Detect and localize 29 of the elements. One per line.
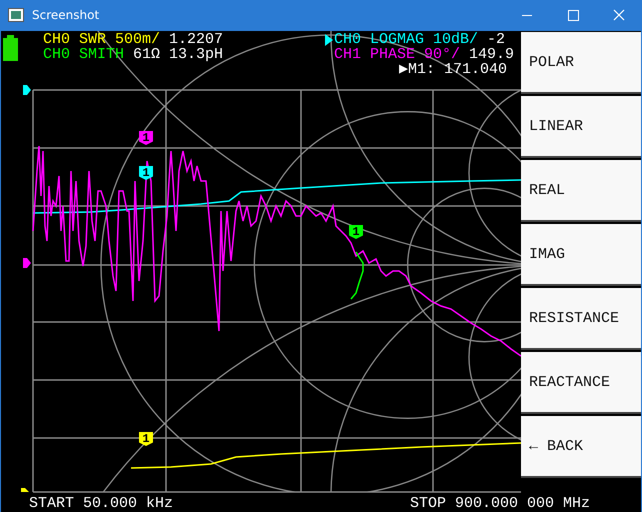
reference-pointer-icon	[23, 258, 31, 268]
trace-value: -2	[487, 32, 506, 47]
trace-value: 61Ω 13.3pH	[133, 47, 224, 62]
smith-trace	[350, 252, 364, 300]
trace-label: CH0 LOGMAG 10dB/	[334, 32, 478, 47]
window-icon	[8, 8, 24, 22]
marker-tag: 1	[139, 166, 153, 180]
battery-icon	[3, 35, 19, 61]
stop-frequency: STOP 900.000 000 MHz	[410, 495, 590, 512]
menu-button[interactable]: REAL	[521, 160, 641, 222]
marker-tag: 1	[349, 225, 363, 239]
trace-value: 1.2207	[169, 32, 224, 47]
marker-readout: ▶M1: 171.040	[399, 62, 508, 77]
trace-value: 149.9	[469, 47, 514, 62]
menu-button[interactable]: REACTANCE	[521, 352, 641, 414]
menu-button[interactable]: POLAR	[521, 32, 641, 94]
reference-pointer-icon	[23, 85, 31, 95]
menu-button[interactable]: IMAG	[521, 224, 641, 286]
trace-label: CH1 PHASE 90°/	[334, 47, 460, 62]
reference-pointer-icon	[21, 488, 29, 492]
marker-tag: 1	[139, 131, 153, 145]
trace-label: CH0 SMITH	[43, 47, 124, 62]
marker-tag: 1	[139, 432, 153, 446]
trace-label: CH0 SWR 500m/	[43, 32, 160, 47]
menu-button[interactable]: RESISTANCE	[521, 288, 641, 350]
menu-button[interactable]: ← BACK	[521, 416, 641, 478]
start-frequency: START 50.000 kHz	[29, 495, 174, 512]
window-title: Screenshot	[32, 8, 100, 22]
menu-button[interactable]: LINEAR	[521, 96, 641, 158]
